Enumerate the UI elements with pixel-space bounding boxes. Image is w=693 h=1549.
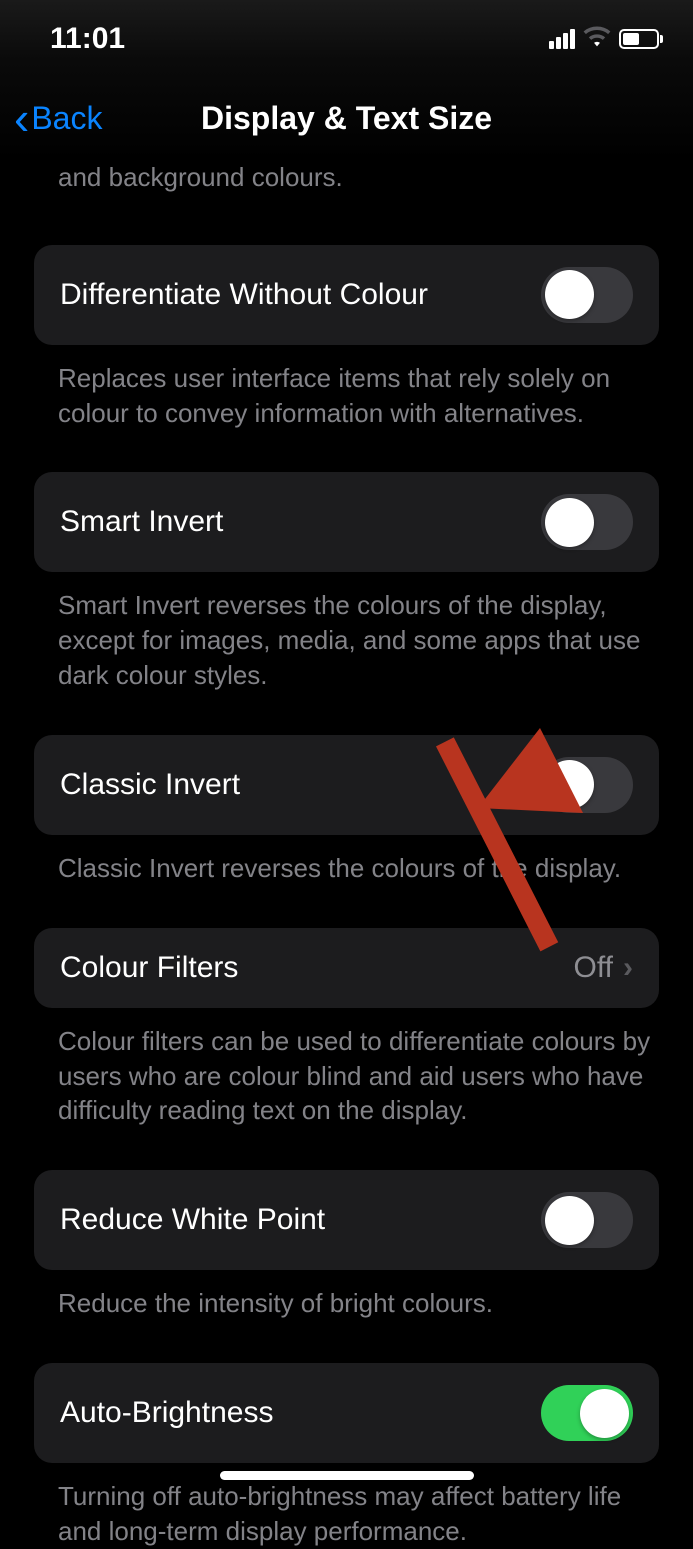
- row-label: Colour Filters: [60, 951, 238, 985]
- row-label: Reduce White Point: [60, 1203, 325, 1237]
- footer-text: Colour filters can be used to differenti…: [0, 1008, 693, 1128]
- classic-invert-toggle[interactable]: [541, 757, 633, 813]
- status-bar: 11:01: [0, 0, 693, 60]
- differentiate-without-colour-toggle[interactable]: [541, 267, 633, 323]
- cellular-signal-icon: [549, 29, 575, 49]
- row-label: Differentiate Without Colour: [60, 278, 428, 312]
- partial-footer-text: and background colours.: [0, 160, 693, 203]
- home-indicator[interactable]: [220, 1471, 474, 1480]
- row-value: Off: [574, 951, 613, 985]
- differentiate-without-colour-row[interactable]: Differentiate Without Colour: [34, 245, 659, 345]
- reduce-white-point-row[interactable]: Reduce White Point: [34, 1170, 659, 1270]
- chevron-left-icon: ‹: [14, 95, 29, 141]
- footer-text: Smart Invert reverses the colours of the…: [0, 572, 693, 692]
- back-label: Back: [31, 100, 102, 137]
- navigation-bar: ‹ Back Display & Text Size: [0, 60, 693, 160]
- row-label: Classic Invert: [60, 768, 240, 802]
- auto-brightness-row[interactable]: Auto-Brightness: [34, 1363, 659, 1463]
- footer-text: Classic Invert reverses the colours of t…: [0, 835, 693, 886]
- colour-filters-row[interactable]: Colour Filters Off ›: [34, 928, 659, 1008]
- smart-invert-toggle[interactable]: [541, 494, 633, 550]
- smart-invert-row[interactable]: Smart Invert: [34, 472, 659, 572]
- page-title: Display & Text Size: [20, 100, 673, 137]
- classic-invert-row[interactable]: Classic Invert: [34, 735, 659, 835]
- back-button[interactable]: ‹ Back: [14, 95, 102, 141]
- reduce-white-point-toggle[interactable]: [541, 1192, 633, 1248]
- settings-content: and background colours. Differentiate Wi…: [0, 160, 693, 1549]
- auto-brightness-toggle[interactable]: [541, 1385, 633, 1441]
- row-label: Smart Invert: [60, 505, 223, 539]
- footer-text: Reduce the intensity of bright colours.: [0, 1270, 693, 1321]
- footer-text: Replaces user interface items that rely …: [0, 345, 693, 431]
- chevron-right-icon: ›: [623, 951, 633, 985]
- status-icons: [549, 26, 663, 53]
- battery-icon: [619, 29, 663, 49]
- row-label: Auto-Brightness: [60, 1396, 273, 1430]
- wifi-icon: [583, 26, 611, 53]
- status-time: 11:01: [50, 22, 125, 56]
